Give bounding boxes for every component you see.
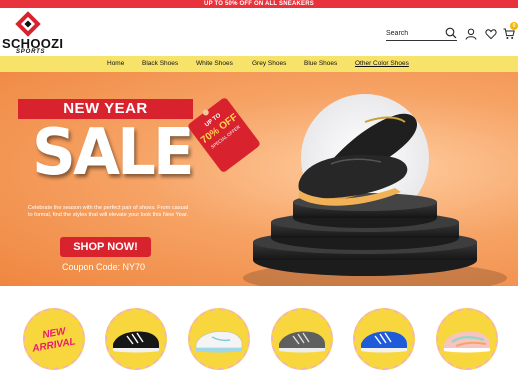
- nav-item-black-shoes[interactable]: Black Shoes: [142, 56, 178, 72]
- nav-item-home[interactable]: Home: [107, 56, 124, 72]
- cart-count-badge: 0: [510, 22, 518, 30]
- hero-banner[interactable]: NEW YEAR SALE UP TO 70% OFF SPECIAL OFFE…: [0, 72, 518, 286]
- shop-now-button[interactable]: SHOP NOW!: [60, 237, 151, 257]
- user-icon[interactable]: [465, 28, 477, 40]
- logo-diamond-icon: [15, 11, 41, 37]
- nav-item-blue-shoes[interactable]: Blue Shoes: [304, 56, 337, 72]
- category-black-shoes[interactable]: [105, 308, 167, 370]
- search-icon[interactable]: [445, 27, 457, 39]
- nav-item-grey-shoes[interactable]: Grey Shoes: [252, 56, 286, 72]
- site-header: SCHOOZI SPORTS 0: [0, 8, 518, 56]
- promo-bar: UP TO 50% OFF ON ALL SNEAKERS: [0, 0, 518, 8]
- nav-item-other-color-shoes[interactable]: Other Color Shoes: [355, 56, 409, 72]
- category-new-arrival[interactable]: NEW ARRIVAL: [23, 308, 85, 370]
- search-bar: [386, 27, 457, 41]
- black-sneaker-icon: [113, 331, 159, 353]
- category-white-shoes[interactable]: [188, 308, 250, 370]
- blue-sneaker-icon: [361, 331, 407, 353]
- brand-tagline: SPORTS: [16, 49, 46, 55]
- white-sneaker-icon: [195, 331, 243, 353]
- category-blue-shoes[interactable]: [353, 308, 415, 370]
- coupon-code: Coupon Code: NY70: [62, 262, 146, 272]
- hero-sneaker-podium-image: [243, 94, 507, 286]
- grey-sneaker-icon: [279, 331, 325, 353]
- category-other-color-shoes[interactable]: [436, 308, 498, 370]
- heart-icon[interactable]: [485, 28, 497, 40]
- search-input[interactable]: [386, 27, 442, 40]
- multicolor-sneaker-icon: [444, 331, 490, 353]
- category-strip: NEW ARRIVAL: [0, 286, 518, 374]
- main-nav: Home Black Shoes White Shoes Grey Shoes …: [0, 56, 518, 72]
- category-grey-shoes[interactable]: [271, 308, 333, 370]
- brand-logo[interactable]: SCHOOZI SPORTS: [2, 11, 63, 57]
- nav-item-white-shoes[interactable]: White Shoes: [196, 56, 233, 72]
- sale-headline: SALE: [32, 116, 195, 190]
- hero-description: Celebrate the season with the perfect pa…: [27, 205, 189, 219]
